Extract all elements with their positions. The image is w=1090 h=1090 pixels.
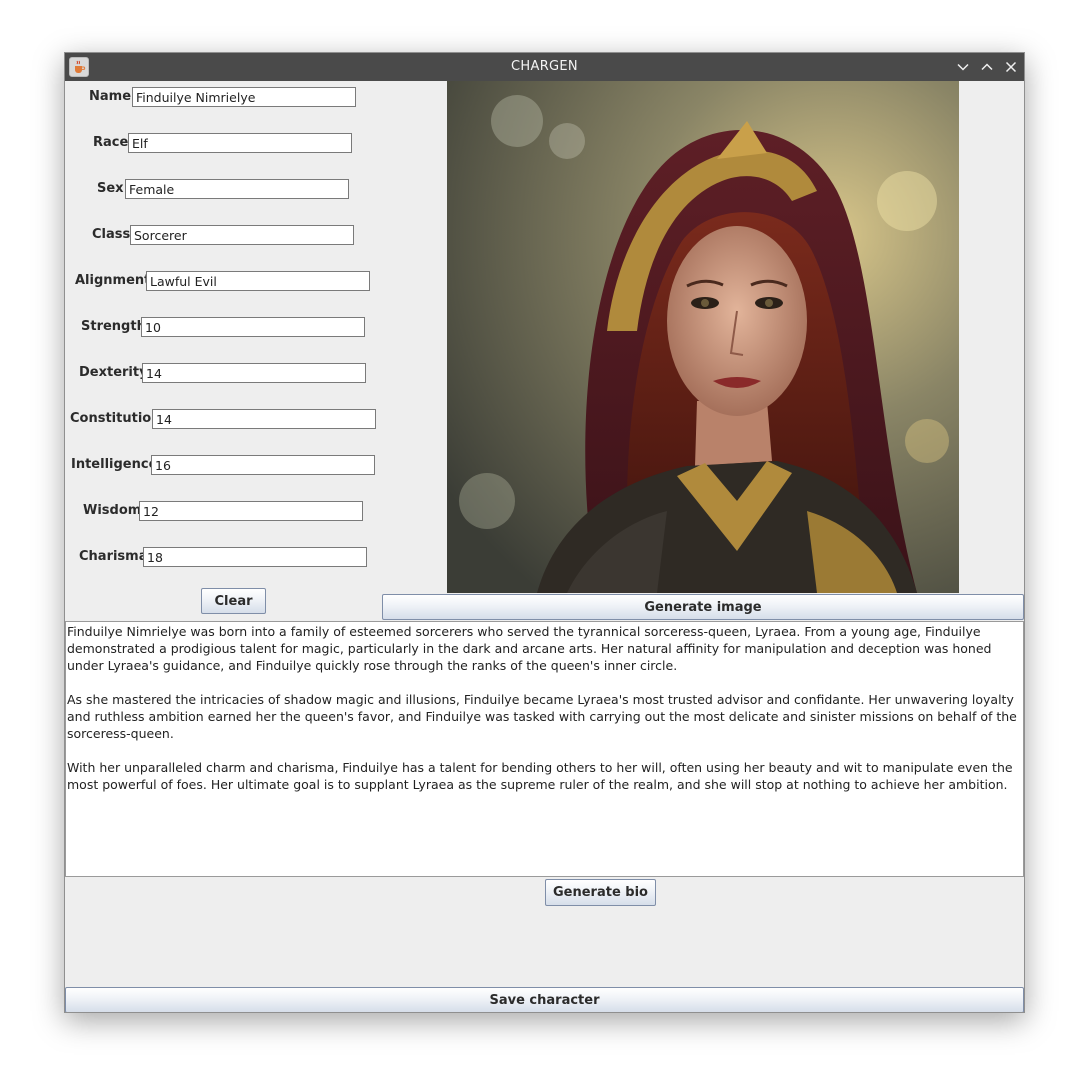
name-label: Name: — [89, 89, 137, 104]
race-input[interactable] — [128, 133, 352, 153]
close-icon[interactable] — [1003, 59, 1019, 75]
class-label: Class: — [92, 227, 136, 242]
chevron-up-icon[interactable] — [979, 59, 995, 75]
chevron-down-icon[interactable] — [955, 59, 971, 75]
window-title: CHARGEN — [511, 59, 578, 74]
save-character-button[interactable]: Save character — [65, 987, 1024, 1012]
constitution-input[interactable] — [152, 409, 376, 429]
charisma-label: Charisma: — [79, 549, 153, 564]
generate-image-button[interactable]: Generate image — [382, 594, 1024, 620]
charisma-input[interactable] — [143, 547, 367, 567]
class-input[interactable] — [130, 225, 354, 245]
strength-input[interactable] — [141, 317, 365, 337]
alignment-label: Alignment: — [75, 273, 156, 288]
chargen-window: CHARGEN Name: Race: Sex: Class: Alignmen… — [64, 52, 1025, 1013]
bio-textarea[interactable]: Finduilye Nimrielye was born into a fami… — [65, 621, 1024, 877]
title-bar[interactable]: CHARGEN — [65, 53, 1024, 81]
clear-button[interactable]: Clear — [201, 588, 266, 614]
wisdom-label: Wisdom: — [83, 503, 147, 518]
sex-input[interactable] — [125, 179, 349, 199]
character-portrait — [447, 81, 959, 593]
intelligence-input[interactable] — [151, 455, 375, 475]
alignment-input[interactable] — [146, 271, 370, 291]
sex-label: Sex: — [97, 181, 129, 196]
intelligence-label: Intelligence: — [71, 457, 163, 472]
name-input[interactable] — [132, 87, 356, 107]
wisdom-input[interactable] — [139, 501, 363, 521]
dexterity-input[interactable] — [142, 363, 366, 383]
generate-bio-button[interactable]: Generate bio — [545, 879, 656, 906]
